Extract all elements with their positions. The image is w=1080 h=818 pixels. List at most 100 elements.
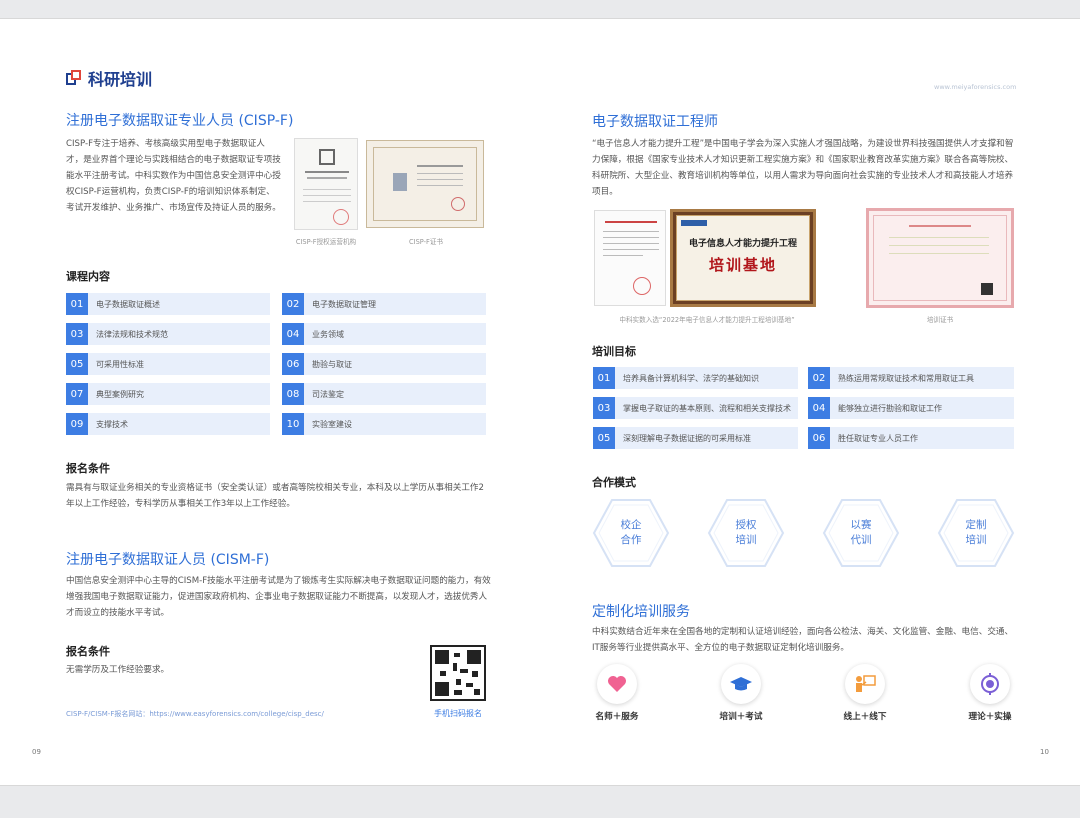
custom-training-description: 中科实数结合近年来在全国各地的定制和认证培训经验，面向各公检法、海关、文化监管、… — [592, 627, 1014, 653]
cism-f-description: 中国信息安全测评中心主导的CISM-F技能水平注册考试是为了锻炼考生实际解决电子… — [66, 576, 491, 618]
requirements-cism-f: 无需学历及工作经验要求。 — [66, 665, 170, 675]
training-certificate — [866, 208, 1014, 308]
course-number: 04 — [282, 323, 304, 345]
course-number: 10 — [282, 413, 304, 435]
registration-website-link[interactable]: CISP-F/CISM-F报名网站：https://www.easyforens… — [66, 709, 324, 719]
course-label: 业务领域 — [312, 329, 344, 339]
course-item: 01 电子数据取证概述 — [66, 293, 270, 315]
brand-title: 科研培训 — [66, 66, 152, 90]
service-item: 线上＋线下 — [820, 664, 910, 722]
engineer-section-title: 电子数据取证工程师 — [592, 114, 718, 130]
course-number: 06 — [282, 353, 304, 375]
course-label: 电子数据取证概述 — [96, 299, 160, 309]
service-item: 培训＋考试 — [696, 664, 786, 722]
service-item: 名师＋服务 — [572, 664, 662, 722]
course-label: 实验室建设 — [312, 419, 352, 429]
custom-training-title: 定制化培训服务 — [592, 604, 690, 620]
goal-item: 01 培养具备计算机科学、法学的基础知识 — [593, 367, 798, 389]
brand-title-text: 科研培训 — [88, 70, 153, 89]
goals-heading: 培训目标 — [592, 345, 636, 358]
cooperation-heading: 合作模式 — [592, 476, 636, 489]
plaque-subtitle: 培训基地 — [708, 256, 777, 274]
cisp-f-description: CISP-F专注于培养、考核高级实用型电子数据取证人才，是业界首个理论与实践相结… — [66, 139, 281, 213]
target-icon — [970, 664, 1010, 704]
cooperation-line: 以赛 — [850, 519, 872, 531]
course-number: 09 — [66, 413, 88, 435]
course-item: 08 司法鉴定 — [282, 383, 486, 405]
cisp-f-certificate — [366, 140, 484, 228]
goal-label: 能够独立进行勘验和取证工作 — [838, 403, 942, 413]
goal-number: 02 — [808, 367, 830, 389]
course-item: 02 电子数据取证管理 — [282, 293, 486, 315]
page-number-right: 10 — [1040, 748, 1049, 756]
plaque-caption: 中科实数入选“2022年电子信息人才能力提升工程培训基地” — [619, 316, 795, 324]
courses-heading: 课程内容 — [66, 270, 110, 283]
qr-caption: 手机扫码报名 — [434, 709, 482, 718]
plaque-title: 电子信息人才能力提升工程 — [688, 239, 797, 249]
course-number: 05 — [66, 353, 88, 375]
course-item: 05 可采用性标准 — [66, 353, 270, 375]
course-number: 02 — [282, 293, 304, 315]
course-label: 支撑技术 — [96, 419, 128, 429]
cooperation-line: 授权 — [735, 519, 757, 531]
goal-label: 深刻理解电子数据证据的可采用标准 — [623, 433, 751, 443]
service-label: 理论＋实操 — [968, 712, 1012, 722]
course-label: 电子数据取证管理 — [312, 299, 376, 309]
course-item: 06 勘验与取证 — [282, 353, 486, 375]
course-label: 法律法规和技术规范 — [96, 329, 168, 339]
goal-item: 04 能够独立进行勘验和取证工作 — [808, 397, 1014, 419]
course-label: 典型案例研究 — [96, 389, 144, 399]
brand-logo-icon — [66, 70, 82, 86]
goal-number: 04 — [808, 397, 830, 419]
cert-caption-authorization: CISP-F授权运营机构 — [295, 238, 357, 246]
goal-item: 02 熟练运用常规取证技术和常用取证工具 — [808, 367, 1014, 389]
course-number: 08 — [282, 383, 304, 405]
course-item: 09 支撑技术 — [66, 413, 270, 435]
service-label: 名师＋服务 — [595, 712, 639, 722]
goal-label: 熟练运用常规取证技术和常用取证工具 — [838, 373, 974, 383]
cert-caption-certificate: CISP-F证书 — [409, 238, 443, 246]
company-url: www.meiyaforensics.com — [934, 83, 1017, 91]
training-cert-caption: 培训证书 — [926, 316, 954, 324]
service-label: 线上＋线下 — [843, 712, 887, 722]
goal-label: 掌握电子取证的基本原则、流程和相关支撑技术 — [623, 403, 791, 413]
cooperation-hexagon: 校企 合作 — [592, 498, 670, 568]
cooperation-line: 合作 — [620, 534, 642, 546]
cooperation-line: 定制 — [965, 519, 987, 531]
goal-label: 培养具备计算机科学、法学的基础知识 — [623, 373, 759, 383]
course-label: 勘验与取证 — [312, 359, 352, 369]
cooperation-hexagon: 以赛 代训 — [822, 498, 900, 568]
presentation-icon — [845, 664, 885, 704]
cooperation-hexagon: 授权 培训 — [707, 498, 785, 568]
cisp-f-authorization-certificate — [294, 138, 358, 230]
course-item: 10 实验室建设 — [282, 413, 486, 435]
selection-notice-document — [594, 210, 666, 306]
cooperation-line: 培训 — [735, 534, 757, 546]
goal-number: 05 — [593, 427, 615, 449]
goal-number: 01 — [593, 367, 615, 389]
goal-number: 03 — [593, 397, 615, 419]
page-number-left: 09 — [32, 748, 41, 756]
requirements-cisp-f: 需具有与取证业务相关的专业资格证书（安全类认证）或者高等院校相关专业，本科及以上… — [66, 483, 484, 509]
requirements-heading-cisp-f: 报名条件 — [66, 462, 110, 475]
course-number: 07 — [66, 383, 88, 405]
goal-item: 05 深刻理解电子数据证据的可采用标准 — [593, 427, 798, 449]
service-label: 培训＋考试 — [719, 712, 763, 722]
section-title-cisp-f: 注册电子数据取证专业人员 (CISP-F) — [66, 113, 294, 129]
cooperation-line: 校企 — [620, 519, 642, 531]
heart-icon — [597, 664, 637, 704]
goal-number: 06 — [808, 427, 830, 449]
service-item: 理论＋实操 — [945, 664, 1035, 722]
engineer-description: “电子信息人才能力提升工程”是中国电子学会为深入实施人才强国战略，为建设世界科技… — [592, 139, 1014, 197]
cooperation-hexagon: 定制 培训 — [937, 498, 1015, 568]
course-number: 01 — [66, 293, 88, 315]
course-item: 07 典型案例研究 — [66, 383, 270, 405]
course-number: 03 — [66, 323, 88, 345]
course-item: 03 法律法规和技术规范 — [66, 323, 270, 345]
training-base-plaque: 电子信息人才能力提升工程 培训基地 — [670, 209, 816, 307]
goal-item: 03 掌握电子取证的基本原则、流程和相关支撑技术 — [593, 397, 798, 419]
cooperation-line: 代训 — [850, 534, 872, 546]
cooperation-line: 培训 — [965, 534, 987, 546]
registration-qr-code[interactable] — [430, 645, 486, 701]
course-label: 司法鉴定 — [312, 389, 344, 399]
